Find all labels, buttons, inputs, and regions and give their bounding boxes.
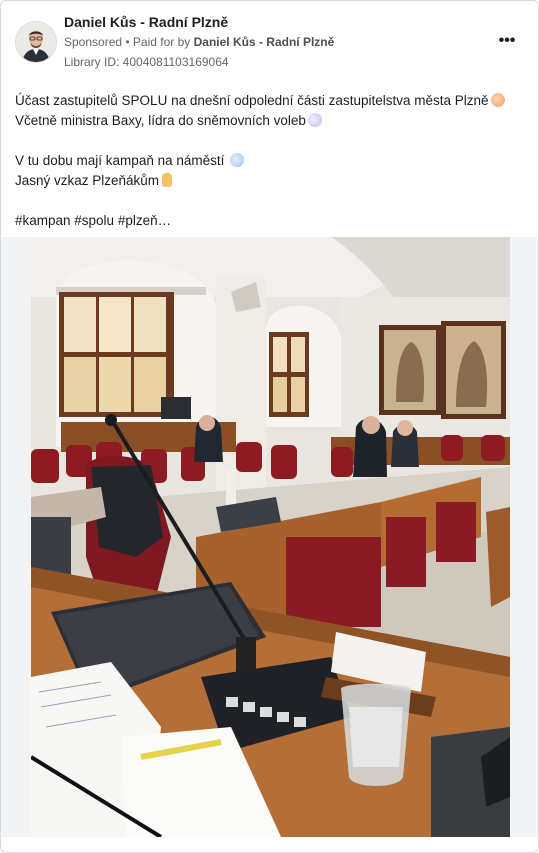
paid-for-prefix: • Paid for by [122,35,194,49]
council-chamber-image [31,237,510,837]
hashtags-text[interactable]: #kampan #spolu #plzeň… [15,213,171,228]
middle-finger-icon [162,173,173,187]
page-name-link[interactable]: Daniel Kůs - Radní Plzně [64,14,228,30]
cold-face-icon [230,153,245,167]
post-text: Účast zastupitelů SPOLU na dnešní odpole… [15,91,525,231]
sponsored-label: Sponsored [64,35,123,49]
library-id: Library ID: 4004081103169064 [64,55,229,69]
ghost-icon [307,113,322,127]
post-line-4: Jasný vzkaz Plzeňákům [15,171,525,191]
post-line-3-text: V tu dobu mají kampaň na náměstí [15,153,225,168]
avatar-portrait-icon [16,22,56,62]
page-avatar[interactable] [15,21,57,63]
post-line-1: Účast zastupitelů SPOLU na dnešní odpole… [15,91,525,111]
sponsored-line: Sponsored • Paid for by Daniel Kůs - Rad… [64,35,334,49]
paid-for-name[interactable]: Daniel Kůs - Radní Plzně [194,35,335,49]
ad-card: Daniel Kůs - Radní Plzně Sponsored • Pai… [0,0,539,853]
council-chamber-photo[interactable] [31,237,510,837]
post-hashtags[interactable]: #kampan #spolu #plzeň… [15,211,525,231]
post-line-1-text: Účast zastupitelů SPOLU na dnešní odpole… [15,93,489,108]
hot-face-icon [490,93,505,107]
post-line-2-text: Včetně ministra Baxy, lídra do sněmovníc… [15,113,306,128]
more-options-icon[interactable]: ••• [495,31,519,51]
post-line-3: V tu dobu mají kampaň na náměstí [15,151,525,171]
post-line-4-text: Jasný vzkaz Plzeňákům [15,173,160,188]
media-area [1,237,538,837]
post-header: Daniel Kůs - Radní Plzně Sponsored • Pai… [1,1,538,81]
post-line-2: Včetně ministra Baxy, lídra do sněmovníc… [15,111,525,131]
